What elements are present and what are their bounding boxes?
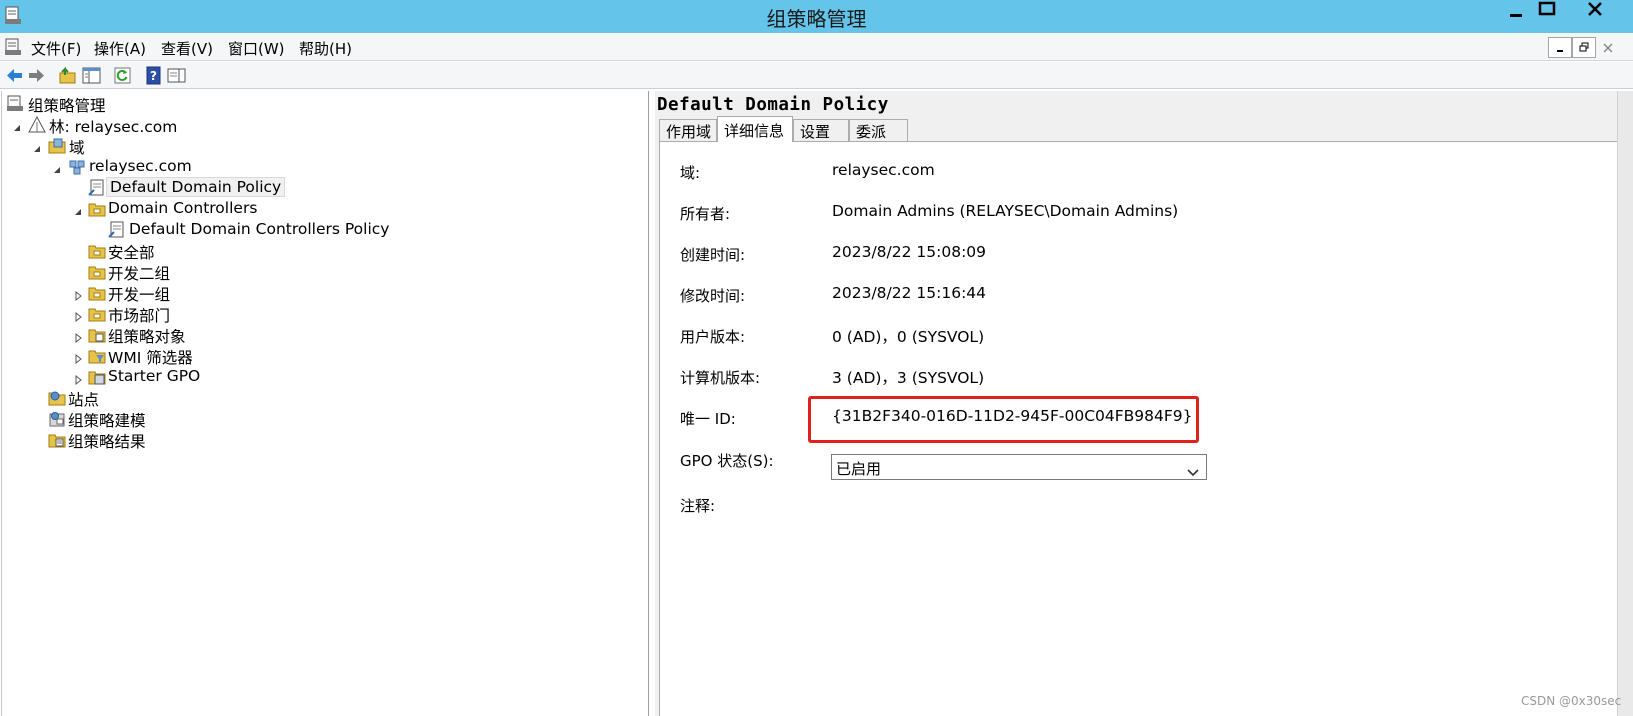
owner-value[interactable]: Domain Admins (RELAYSEC\Domain Admins) bbox=[832, 202, 1178, 220]
title-bar: 组策略管理 bbox=[0, 0, 1633, 33]
forest-icon bbox=[28, 115, 46, 134]
collapse-arrow-icon[interactable] bbox=[52, 161, 62, 173]
gpo-link-icon bbox=[88, 179, 106, 197]
tree-item-label: 组策略结果 bbox=[68, 433, 146, 451]
svg-text:?: ? bbox=[150, 69, 157, 83]
show-hide-tree-icon[interactable] bbox=[82, 66, 101, 85]
back-arrow-icon[interactable] bbox=[5, 66, 24, 85]
ou-folder-icon bbox=[88, 305, 106, 323]
details-pane: Default Domain Policy 作用域 详细信息 设置 委派 域: … bbox=[655, 91, 1633, 716]
ou-folder-icon bbox=[88, 242, 106, 260]
expand-arrow-icon[interactable] bbox=[73, 350, 83, 365]
modified-label: 修改时间: bbox=[680, 287, 746, 305]
collapse-arrow-icon[interactable] bbox=[32, 140, 42, 152]
sites-folder-icon bbox=[48, 389, 66, 407]
tree-item-label: 组策略建模 bbox=[68, 412, 146, 430]
created-label: 创建时间: bbox=[680, 246, 746, 264]
ou-folder-icon bbox=[88, 284, 106, 302]
menu-action[interactable]: 操作(A) bbox=[94, 38, 146, 59]
gpo-status-select[interactable]: 已启用 bbox=[831, 454, 1207, 480]
menu-help[interactable]: 帮助(H) bbox=[299, 38, 352, 59]
tree-item-label: Starter GPO bbox=[108, 367, 201, 385]
tree-item-label: Domain Controllers bbox=[108, 199, 258, 217]
window-title: 组策略管理 bbox=[766, 7, 867, 31]
tree-item-label: 林: relaysec.com bbox=[49, 118, 178, 136]
help-icon[interactable]: ? bbox=[144, 66, 163, 85]
computer-version-label: 计算机版本: bbox=[680, 369, 761, 387]
console-icon bbox=[6, 95, 24, 113]
tab-settings[interactable]: 设置 bbox=[793, 119, 849, 141]
domain-label: 域: bbox=[680, 164, 701, 182]
tree-item-label: Default Domain Controllers Policy bbox=[129, 220, 390, 238]
tree-item-label: relaysec.com bbox=[89, 157, 192, 175]
tab-details[interactable]: 详细信息 bbox=[717, 116, 793, 142]
domain-value[interactable]: relaysec.com bbox=[832, 161, 935, 179]
tree-item-label: 组策略管理 bbox=[28, 97, 106, 115]
tab-delegation[interactable]: 委派 bbox=[849, 119, 908, 141]
toolbar: ? bbox=[0, 62, 1633, 89]
wmi-filter-folder-icon bbox=[88, 347, 106, 365]
gpo-container-icon bbox=[88, 326, 106, 344]
menu-window[interactable]: 窗口(W) bbox=[228, 38, 285, 59]
tab-scope[interactable]: 作用域 bbox=[659, 119, 717, 141]
policy-title: Default Domain Policy bbox=[657, 95, 889, 115]
chevron-down-icon bbox=[1187, 463, 1199, 481]
tree-item-label: Default Domain Policy bbox=[106, 177, 286, 197]
unique-id-highlight-box bbox=[808, 396, 1199, 443]
tree-item-label: 站点 bbox=[68, 391, 100, 409]
unique-id-label: 唯一 ID: bbox=[680, 410, 736, 428]
console-tree[interactable]: 组策略管理 林: relaysec.com 域 relaysec.com Def… bbox=[1, 91, 649, 716]
expand-arrow-icon[interactable] bbox=[73, 308, 83, 323]
starter-gpo-folder-icon bbox=[88, 368, 106, 386]
expand-arrow-icon[interactable] bbox=[73, 371, 83, 386]
up-folder-icon[interactable] bbox=[58, 66, 77, 85]
modeling-icon bbox=[48, 410, 66, 428]
ou-folder-icon bbox=[88, 263, 106, 281]
gpo-status-selected-value: 已启用 bbox=[836, 460, 882, 478]
comment-label: 注释: bbox=[680, 497, 716, 515]
expand-arrow-icon[interactable] bbox=[73, 329, 83, 344]
gpo-status-label: GPO 状态(S): bbox=[680, 452, 774, 470]
tree-item-label: 开发一组 bbox=[108, 286, 171, 304]
refresh-icon[interactable] bbox=[113, 66, 132, 85]
tree-item-label: 开发二组 bbox=[108, 265, 171, 283]
results-folder-icon bbox=[48, 431, 66, 449]
show-hide-action-pane-icon[interactable] bbox=[167, 66, 186, 85]
expand-arrow-icon[interactable] bbox=[73, 287, 83, 302]
domain-icon bbox=[68, 158, 86, 176]
menu-view[interactable]: 查看(V) bbox=[161, 38, 213, 59]
ou-folder-icon bbox=[88, 200, 106, 218]
tree-item-label: 组策略对象 bbox=[108, 328, 186, 346]
tree-item-label: 市场部门 bbox=[108, 307, 171, 325]
collapse-arrow-icon[interactable] bbox=[12, 119, 22, 131]
menu-file[interactable]: 文件(F) bbox=[31, 38, 81, 59]
collapse-arrow-icon[interactable] bbox=[73, 203, 83, 215]
tree-item-label: 域 bbox=[69, 139, 85, 157]
created-value[interactable]: 2023/8/22 15:08:09 bbox=[832, 243, 986, 261]
computer-version-value[interactable]: 3 (AD)，3 (SYSVOL) bbox=[832, 366, 984, 388]
details-tab-content: 域: relaysec.com 所有者: Domain Admins (RELA… bbox=[659, 141, 1619, 716]
child-close-button[interactable] bbox=[1596, 37, 1620, 58]
child-restore-button[interactable] bbox=[1572, 37, 1596, 58]
domains-folder-icon bbox=[48, 137, 66, 155]
right-edge-scrollbar[interactable] bbox=[1617, 91, 1633, 716]
user-version-label: 用户版本: bbox=[680, 328, 746, 346]
gpo-link-icon bbox=[108, 221, 126, 239]
tree-item-label: WMI 筛选器 bbox=[108, 349, 193, 367]
child-minimize-button[interactable] bbox=[1548, 37, 1572, 58]
watermark: CSDN @0x30sec bbox=[1521, 694, 1622, 708]
owner-label: 所有者: bbox=[680, 205, 731, 223]
console-icon[interactable] bbox=[4, 38, 22, 57]
close-button[interactable] bbox=[1563, 0, 1627, 23]
tree-item-label: 安全部 bbox=[108, 244, 155, 262]
user-version-value[interactable]: 0 (AD)，0 (SYSVOL) bbox=[832, 325, 984, 347]
forward-arrow-icon[interactable] bbox=[27, 66, 46, 85]
menu-bar: 文件(F) 操作(A) 查看(V) 窗口(W) 帮助(H) bbox=[0, 33, 1633, 61]
modified-value[interactable]: 2023/8/22 15:16:44 bbox=[832, 284, 986, 302]
